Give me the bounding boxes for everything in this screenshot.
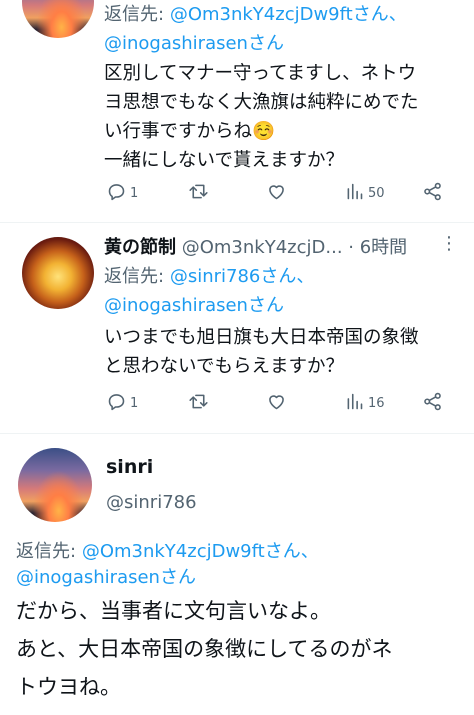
views-icon bbox=[344, 391, 365, 416]
reply-icon bbox=[106, 391, 127, 416]
share-button[interactable] bbox=[422, 390, 443, 416]
reply-count: 1 bbox=[130, 395, 139, 411]
reply-to-line-2: @inogashirasenさん bbox=[104, 29, 284, 58]
reply-icon bbox=[106, 181, 127, 206]
tweet-text-line: トウヨね。 bbox=[16, 675, 121, 699]
views-count: 16 bbox=[368, 395, 385, 411]
action-bar: 1 16 bbox=[104, 390, 456, 416]
tweet-text-line: 一緒にしないで貰えますか？ bbox=[104, 150, 344, 171]
reply-to-line-2: @inogashirasenさん bbox=[104, 291, 284, 320]
more-icon[interactable]: ⋮ bbox=[440, 233, 459, 254]
tweet-2[interactable]: 黄の節制 @Om3nkY4zcjD... · 6時間 ⋮ 返信先: @sinri… bbox=[0, 223, 474, 433]
share-icon bbox=[422, 391, 443, 416]
action-bar: 1 50 bbox=[104, 180, 456, 206]
tweet-1[interactable]: 返信先: @Om3nkY4zcjDw9ftさん、 @inogashirasenさ… bbox=[0, 0, 474, 222]
avatar[interactable] bbox=[22, 0, 94, 38]
tweet-text-line: だから、当事者に文句言いなよ。 bbox=[16, 599, 331, 623]
mention-link[interactable]: @sinri786さん、 bbox=[170, 266, 315, 287]
reply-button[interactable]: 1 bbox=[106, 180, 138, 206]
display-name[interactable]: sinri bbox=[106, 454, 153, 480]
mention-link[interactable]: @inogashirasenさん bbox=[104, 33, 284, 54]
like-button[interactable] bbox=[266, 390, 290, 416]
views-button[interactable]: 50 bbox=[344, 180, 385, 206]
reply-count: 1 bbox=[130, 185, 139, 201]
reply-prefix: 返信先: bbox=[104, 4, 165, 25]
reply-button[interactable]: 1 bbox=[106, 390, 138, 416]
reply-to: 返信先: @sinri786さん、 bbox=[104, 262, 314, 291]
tweet-header: 黄の節制 @Om3nkY4zcjD... · 6時間 bbox=[104, 233, 407, 262]
reply-to-line-2: @inogashirasenさん bbox=[16, 563, 196, 592]
mention-link[interactable]: @inogashirasenさん bbox=[16, 567, 196, 588]
views-count: 50 bbox=[368, 185, 385, 201]
reply-prefix: 返信先: bbox=[104, 266, 165, 287]
mention-link[interactable]: @inogashirasenさん bbox=[104, 295, 284, 316]
tweet-3[interactable]: sinri @sinri786 返信先: @Om3nkY4zcjDw9ftさん、… bbox=[0, 434, 474, 715]
reply-prefix: 返信先: bbox=[16, 541, 77, 562]
tweet-text-line: い行事ですからね☺️ bbox=[104, 121, 276, 142]
mention-link[interactable]: @Om3nkY4zcjDw9ftさん、 bbox=[170, 4, 407, 25]
retweet-icon bbox=[188, 181, 209, 206]
display-name[interactable]: 黄の節制 bbox=[104, 237, 176, 258]
avatar[interactable] bbox=[22, 237, 94, 309]
tweet-text-line: と思わないでもらえますか？ bbox=[104, 356, 344, 377]
reply-to: 返信先: @Om3nkY4zcjDw9ftさん、 bbox=[104, 0, 407, 29]
views-icon bbox=[344, 181, 365, 206]
tweet-text-line: ヨ思想でもなく大漁旗は純粋にめでた bbox=[104, 92, 419, 113]
retweet-icon bbox=[188, 391, 209, 416]
like-button[interactable] bbox=[266, 180, 290, 206]
tweet-text-line: いつまでも旭日旗も大日本帝国の象徴 bbox=[104, 327, 419, 348]
tweet-text-line: 区別してマナー守ってますし、ネトウ bbox=[104, 63, 417, 84]
handle[interactable]: @sinri786 bbox=[106, 490, 197, 516]
like-icon bbox=[266, 181, 287, 206]
mention-link[interactable]: @Om3nkY4zcjDw9ftさん、 bbox=[82, 541, 319, 562]
like-icon bbox=[266, 391, 287, 416]
reply-to: 返信先: @Om3nkY4zcjDw9ftさん、 bbox=[16, 537, 319, 566]
tweet-text-line: あと、大日本帝国の象徴にしてるのがネ bbox=[16, 637, 393, 661]
views-button[interactable]: 16 bbox=[344, 390, 385, 416]
handle-and-time[interactable]: @Om3nkY4zcjD... · 6時間 bbox=[182, 237, 407, 258]
avatar[interactable] bbox=[18, 448, 92, 522]
share-button[interactable] bbox=[422, 180, 443, 206]
retweet-button[interactable] bbox=[188, 390, 212, 416]
share-icon bbox=[422, 181, 443, 206]
retweet-button[interactable] bbox=[188, 180, 212, 206]
